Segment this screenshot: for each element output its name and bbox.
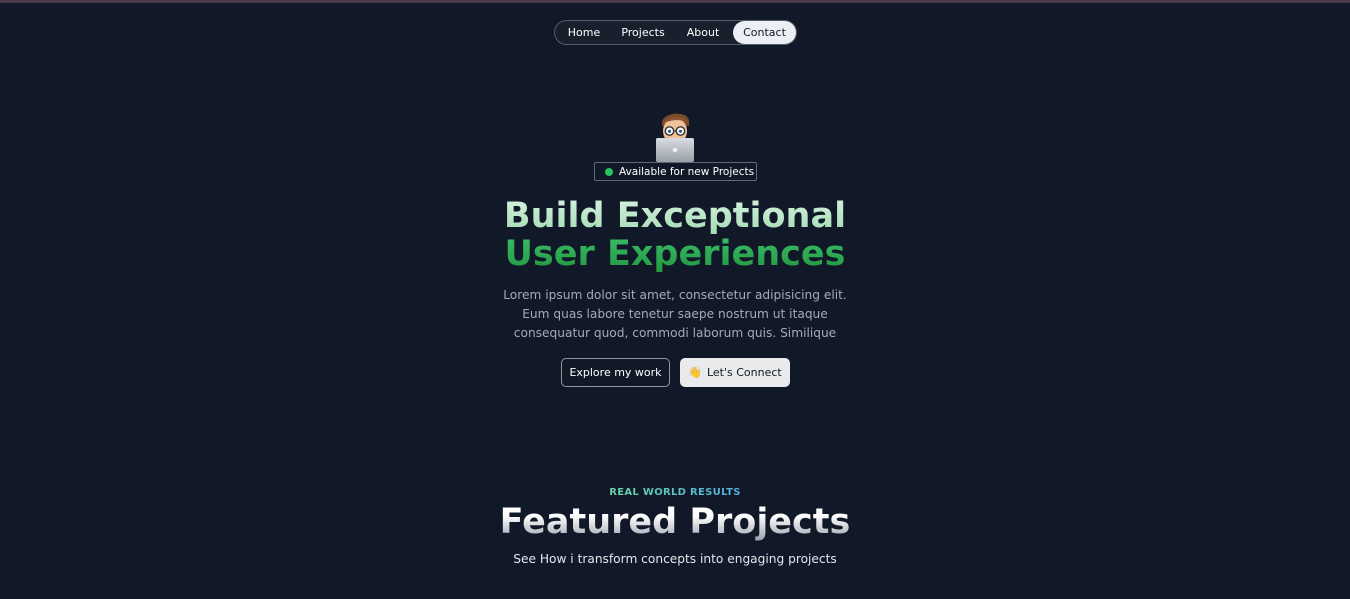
- hero-description: Lorem ipsum dolor sit amet, consectetur …: [503, 288, 847, 340]
- memoji-with-laptop-icon: [654, 109, 696, 163]
- headline-line-2: User Experiences: [0, 235, 1350, 273]
- availability-text: Available for new Projects: [619, 165, 755, 178]
- featured-projects-title: Featured Projects: [0, 501, 1350, 543]
- nav-item-projects[interactable]: Projects: [613, 21, 673, 44]
- section-eyebrow: REAL WORLD RESULTS: [0, 487, 1350, 498]
- lets-connect-button[interactable]: 👋 Let's Connect: [680, 358, 790, 387]
- explore-work-label: Explore my work: [569, 366, 662, 379]
- lets-connect-label: Let's Connect: [706, 366, 782, 379]
- main-nav: Home Projects About Contact: [554, 20, 797, 45]
- nav-item-contact[interactable]: Contact: [733, 21, 796, 44]
- featured-projects-subtitle: See How i transform concepts into engagi…: [513, 552, 837, 566]
- hero-headline: Build Exceptional User Experiences: [0, 197, 1350, 273]
- explore-work-button[interactable]: Explore my work: [561, 358, 670, 387]
- waving-hand-icon: 👋: [688, 366, 702, 379]
- nav-item-about[interactable]: About: [673, 21, 733, 44]
- status-dot-icon: [605, 167, 613, 176]
- nav-item-home[interactable]: Home: [555, 21, 613, 44]
- availability-badge: Available for new Projects: [594, 162, 757, 181]
- top-border-strip: [0, 0, 1350, 3]
- headline-line-1: Build Exceptional: [0, 197, 1350, 235]
